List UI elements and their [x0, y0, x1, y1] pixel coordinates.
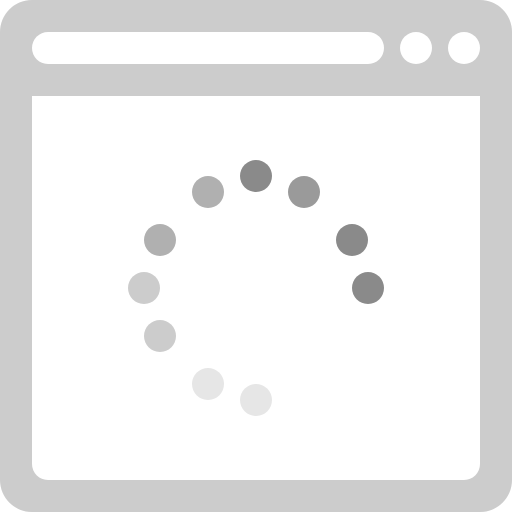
window-control-button-2[interactable] — [448, 32, 480, 64]
page-content-area — [32, 96, 480, 480]
address-bar[interactable] — [32, 32, 384, 64]
window-control-button-1[interactable] — [400, 32, 432, 64]
browser-window — [0, 0, 512, 512]
